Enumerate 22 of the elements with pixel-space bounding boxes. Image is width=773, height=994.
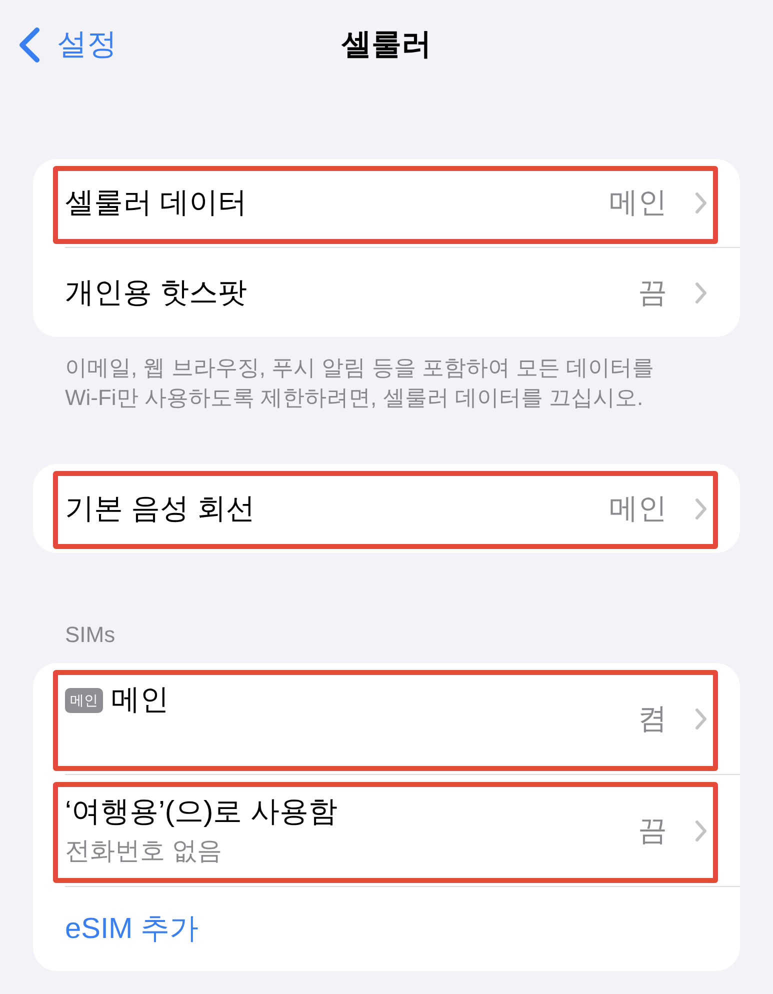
- row-label[interactable]: 기본 음성 회선: [65, 490, 609, 526]
- chevron-icon: [695, 282, 707, 304]
- row-label[interactable]: ‘여행용’(으)로 사용함: [65, 794, 338, 830]
- section-footer: 이메일, 웹 브라우징, 푸시 알림 등을 포함하여 모든 데이터를 Wi-Fi만 사용하도록 제한하려면, 셀룰러 데이터를 끄십시오.: [0, 353, 773, 413]
- row-value: 끔: [638, 276, 667, 310]
- row-label[interactable]: 개인용 핫스팟: [65, 274, 638, 310]
- chevron-icon: [695, 192, 707, 214]
- row-value: 끔: [638, 814, 667, 848]
- row-value: 메인: [609, 492, 667, 526]
- chevron-icon: [695, 820, 707, 842]
- row-label[interactable]: 셀룰러 데이터: [65, 185, 609, 221]
- add-esim-link[interactable]: eSIM 추가: [65, 911, 199, 947]
- row-value: 메인: [609, 186, 667, 221]
- section-header: SIMs: [65, 621, 116, 649]
- chevron-icon: [695, 708, 707, 730]
- back-chevron-icon: [18, 27, 40, 63]
- row-label[interactable]: 메인: [111, 682, 169, 718]
- chevron-icon: [695, 498, 707, 520]
- row-value: 켬: [638, 702, 667, 736]
- sim-badge: 메인: [65, 688, 103, 712]
- row-subtitle: 전화번호 없음: [65, 836, 222, 867]
- nav-title: 셀룰러: [342, 27, 432, 63]
